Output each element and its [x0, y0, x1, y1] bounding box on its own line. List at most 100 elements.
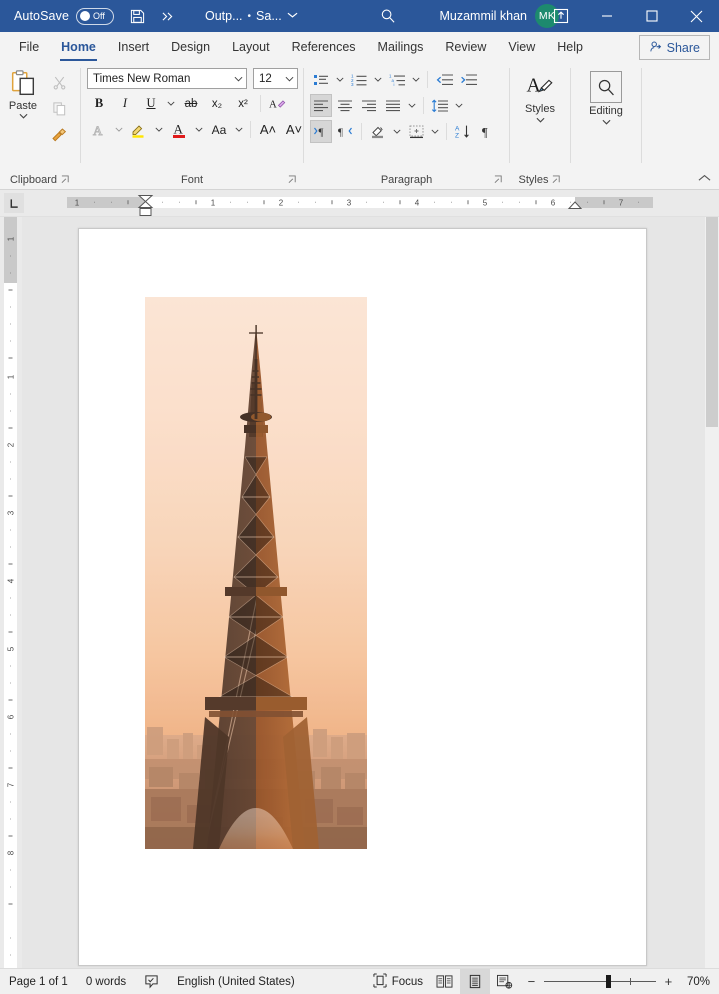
line-spacing-icon[interactable]	[429, 94, 451, 117]
paragraph-dialog-launcher-icon[interactable]	[494, 175, 503, 186]
font-color-icon[interactable]: A	[167, 118, 191, 141]
text-effects-icon[interactable]: A	[87, 118, 111, 141]
save-icon[interactable]	[122, 1, 152, 31]
search-icon[interactable]	[380, 0, 396, 32]
italic-button[interactable]: I	[113, 92, 137, 115]
scrollbar-thumb[interactable]	[706, 217, 718, 427]
show-paragraph-marks-icon[interactable]: ¶	[476, 120, 498, 143]
tab-design[interactable]: Design	[160, 32, 221, 62]
change-case-chevron-down-icon[interactable]	[233, 118, 245, 141]
clear-formatting-icon[interactable]: A	[266, 92, 290, 115]
borders-chevron-down-icon[interactable]	[429, 120, 441, 143]
close-icon[interactable]	[674, 0, 719, 32]
align-center-icon[interactable]	[334, 94, 356, 117]
multilevel-chevron-down-icon[interactable]	[410, 68, 422, 91]
text-highlight-icon[interactable]	[127, 118, 151, 141]
grow-font-button[interactable]: A˄	[256, 118, 280, 141]
superscript-button[interactable]: x²	[231, 92, 255, 115]
language-status[interactable]: English (United States)	[168, 969, 304, 994]
zoom-slider[interactable]: − +	[520, 974, 680, 989]
line-spacing-chevron-down-icon[interactable]	[453, 94, 465, 117]
paste-button[interactable]: Paste	[0, 67, 46, 121]
underline-chevron-down-icon[interactable]	[165, 92, 177, 115]
tab-file[interactable]: File	[8, 32, 50, 62]
tab-home[interactable]: Home	[50, 32, 107, 62]
bullet-list-icon[interactable]	[310, 68, 332, 91]
zoom-out-button[interactable]: −	[526, 974, 537, 989]
zoom-in-button[interactable]: +	[663, 974, 674, 989]
paste-dropdown-chevron-down-icon[interactable]	[19, 113, 28, 121]
multilevel-list-icon[interactable]: 1ai	[386, 68, 408, 91]
align-left-icon[interactable]	[310, 94, 332, 117]
font-size-combobox[interactable]: 12	[253, 68, 298, 89]
borders-icon[interactable]	[405, 120, 427, 143]
right-to-left-text-icon[interactable]: ¶	[334, 120, 356, 143]
word-count[interactable]: 0 words	[77, 969, 135, 994]
tab-mailings[interactable]: Mailings	[367, 32, 435, 62]
chevron-down-icon[interactable]	[287, 11, 298, 21]
increase-indent-icon[interactable]	[457, 68, 479, 91]
font-name-chevron-down-icon[interactable]	[234, 73, 243, 85]
justify-chevron-down-icon[interactable]	[406, 94, 418, 117]
styles-chevron-down-icon[interactable]	[536, 117, 545, 125]
tab-insert[interactable]: Insert	[107, 32, 160, 62]
font-dialog-launcher-icon[interactable]	[288, 175, 297, 186]
bold-button[interactable]: B	[87, 92, 111, 115]
autosave-toggle[interactable]: Off	[76, 8, 114, 25]
tab-review[interactable]: Review	[434, 32, 497, 62]
vertical-ruler[interactable]: 1 1 2 3 4 5 6 7 8	[0, 217, 22, 968]
horizontal-ruler[interactable]: 1 1 2 3 4 5 6 7	[67, 195, 653, 210]
editing-chevron-down-icon[interactable]	[602, 119, 611, 127]
document-canvas[interactable]	[22, 217, 719, 968]
collapse-ribbon-chevron-up-icon[interactable]	[698, 174, 711, 185]
font-size-chevron-down-icon[interactable]	[285, 73, 294, 85]
focus-mode-button[interactable]: Focus	[364, 969, 432, 994]
tab-layout[interactable]: Layout	[221, 32, 281, 62]
zoom-level[interactable]: 70%	[680, 976, 719, 988]
tab-references[interactable]: References	[281, 32, 367, 62]
document-image-eiffel-tower[interactable]	[145, 297, 367, 849]
highlight-chevron-down-icon[interactable]	[153, 118, 165, 141]
document-title-area[interactable]: Outp... • Sa...	[205, 0, 298, 32]
proofing-errors-icon[interactable]	[135, 969, 168, 994]
sort-az-icon[interactable]: AZ	[452, 120, 474, 143]
styles-dialog-launcher-icon[interactable]	[552, 175, 561, 186]
shading-icon[interactable]	[367, 120, 389, 143]
clipboard-dialog-launcher-icon[interactable]	[61, 175, 70, 186]
underline-button[interactable]: U	[139, 92, 163, 115]
tab-view[interactable]: View	[497, 32, 546, 62]
copy-icon[interactable]	[46, 96, 72, 120]
format-painter-icon[interactable]	[46, 122, 72, 146]
tab-help[interactable]: Help	[546, 32, 594, 62]
justify-icon[interactable]	[382, 94, 404, 117]
read-mode-icon[interactable]	[430, 969, 460, 994]
styles-button[interactable]: A Styles	[514, 67, 566, 125]
ribbon-display-options-icon[interactable]	[538, 0, 584, 32]
numbering-chevron-down-icon[interactable]	[372, 68, 384, 91]
zoom-slider-thumb[interactable]	[606, 975, 611, 988]
cut-scissors-icon[interactable]	[46, 70, 72, 94]
web-layout-icon[interactable]	[490, 969, 520, 994]
vertical-scrollbar[interactable]	[705, 217, 719, 968]
print-layout-icon[interactable]	[460, 969, 490, 994]
font-color-chevron-down-icon[interactable]	[193, 118, 205, 141]
minimize-icon[interactable]	[584, 0, 629, 32]
editing-button[interactable]: Editing	[580, 67, 632, 127]
subscript-button[interactable]: x₂	[205, 92, 229, 115]
shrink-font-button[interactable]: A˅	[282, 118, 306, 141]
customize-quick-access-chevron-double-right-icon[interactable]	[152, 1, 182, 31]
page-status[interactable]: Page 1 of 1	[0, 969, 77, 994]
left-tab-stop-icon[interactable]	[4, 193, 24, 213]
bullets-chevron-down-icon[interactable]	[334, 68, 346, 91]
text-effects-chevron-down-icon[interactable]	[113, 118, 125, 141]
maximize-icon[interactable]	[629, 0, 674, 32]
shading-chevron-down-icon[interactable]	[391, 120, 403, 143]
document-page[interactable]	[78, 228, 647, 966]
font-name-combobox[interactable]: Times New Roman	[87, 68, 247, 89]
share-button[interactable]: Share	[639, 35, 710, 60]
zoom-slider-track[interactable]	[544, 981, 656, 982]
numbered-list-icon[interactable]: 123	[348, 68, 370, 91]
align-right-icon[interactable]	[358, 94, 380, 117]
change-case-button[interactable]: Aa	[207, 118, 231, 141]
left-to-right-text-icon[interactable]: ¶	[310, 120, 332, 143]
